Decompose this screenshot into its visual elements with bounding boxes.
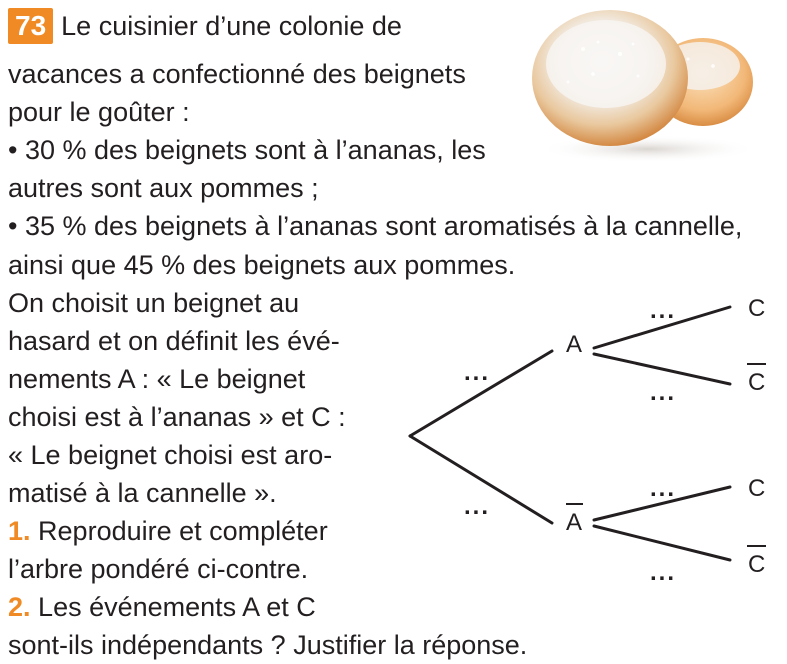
weight-a-bar-c: ...: [650, 475, 676, 502]
exercise-text: « Le beignet choisi est aro-: [8, 440, 333, 470]
exercise-text: pour le goûter :: [8, 97, 190, 127]
leaf-c-bottom: C: [748, 475, 765, 502]
exercise-text: Le cuisinier d’une colonie de: [61, 11, 402, 41]
question-2-line-1: 2. Les événements A et C: [8, 590, 316, 624]
weight-a-bar: ...: [464, 493, 490, 520]
exercise-text: matisé à la cannelle ».: [8, 478, 277, 508]
leaf-c-bar-top: C: [748, 369, 765, 396]
question-1-text: Reproduire et compléter: [38, 516, 328, 546]
weight-a-c: ...: [650, 297, 676, 324]
exercise-text: choisi est à l’ananas » et C :: [8, 402, 346, 432]
exercise-text: • 30 % des beignets sont à l’ananas, les: [8, 135, 486, 165]
exercise-text: vacances a confectionné des beignets: [8, 59, 466, 89]
exercise-text: • 35 % des beignets à l’ananas sont arom…: [8, 211, 743, 241]
exercise-number-badge: 73: [8, 8, 54, 44]
exercise-text: On choisit un beignet au: [8, 288, 300, 318]
question-2-text: sont-ils indépendants ? Justifier la rép…: [8, 630, 528, 660]
weight-a-bar-c-bar: ...: [650, 559, 676, 586]
node-a: A: [566, 331, 582, 358]
question-1-line-1: 1. Reproduire et compléter: [8, 514, 328, 548]
exercise-text: autres sont aux pommes ;: [8, 173, 319, 203]
probability-tree: ... ... ... ... ... ... A A C C C C: [408, 295, 766, 586]
weight-a-c-bar: ...: [650, 379, 676, 406]
question-1-number: 1.: [8, 516, 31, 546]
leaf-c-top: C: [748, 295, 765, 322]
exercise-text: nements A : « Le beignet: [8, 364, 306, 394]
leaf-c-bar-bottom: C: [748, 551, 765, 578]
question-2-text: Les événements A et C: [38, 592, 316, 622]
donuts-photo: [532, 10, 758, 163]
exercise-text: ainsi que 45 % des beignets aux pommes.: [8, 250, 516, 280]
weight-a: ...: [464, 359, 490, 386]
question-2-number: 2.: [8, 592, 31, 622]
node-a-bar: A: [566, 509, 582, 536]
question-1-text: l’arbre pondéré ci-contre.: [8, 554, 309, 584]
exercise-line-1: 73 Le cuisinier d’une colonie de: [8, 8, 402, 44]
branch-a-bar-c-bar: [592, 524, 732, 562]
exercise-text: hasard et on définit les évé-: [8, 326, 340, 356]
